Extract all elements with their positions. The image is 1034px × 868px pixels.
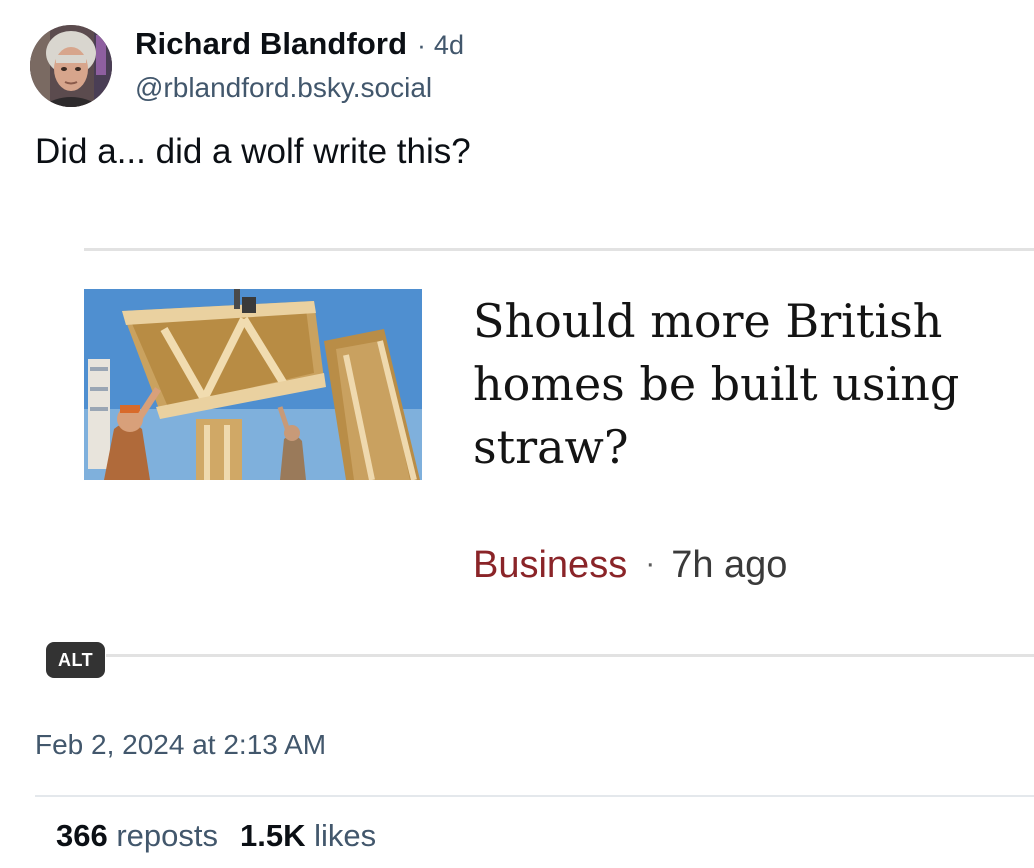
author-handle[interactable]: @rblandford.bsky.social bbox=[135, 72, 432, 104]
reposts-stat[interactable]: 366 reposts bbox=[56, 818, 218, 853]
embed-divider-bottom bbox=[106, 654, 1034, 657]
article-thumbnail bbox=[84, 289, 422, 480]
reposts-label: reposts bbox=[116, 818, 219, 853]
post-text: Did a... did a wolf write this? bbox=[35, 132, 471, 171]
engagement-stats: 366 reposts 1.5K likes bbox=[56, 818, 376, 854]
likes-stat[interactable]: 1.5K likes bbox=[240, 818, 376, 853]
meta-separator: · bbox=[417, 30, 426, 60]
reposts-count: 366 bbox=[56, 818, 108, 853]
article-category: Business bbox=[473, 544, 628, 586]
alt-text-button[interactable]: ALT bbox=[46, 642, 106, 678]
stats-divider bbox=[35, 795, 1034, 797]
avatar[interactable] bbox=[30, 25, 112, 107]
likes-count: 1.5K bbox=[240, 818, 306, 853]
embed-divider-top bbox=[84, 248, 1034, 251]
author-line: Richard Blandford · 4d bbox=[135, 26, 464, 62]
author-name[interactable]: Richard Blandford bbox=[135, 26, 407, 61]
post-age[interactable]: 4d bbox=[434, 30, 464, 60]
post-timestamp: Feb 2, 2024 at 2:13 AM bbox=[35, 729, 327, 760]
article-meta-separator: · bbox=[645, 547, 656, 580]
avatar-image bbox=[30, 25, 112, 107]
straw-panel-construction-photo bbox=[84, 289, 422, 480]
likes-label: likes bbox=[314, 818, 377, 853]
embedded-image[interactable]: Should more British homes be built using… bbox=[34, 222, 1034, 694]
article-headline: Should more British homes be built using… bbox=[473, 294, 960, 474]
article-age: 7h ago bbox=[671, 544, 788, 586]
article-meta: Business · 7h ago bbox=[473, 544, 787, 587]
